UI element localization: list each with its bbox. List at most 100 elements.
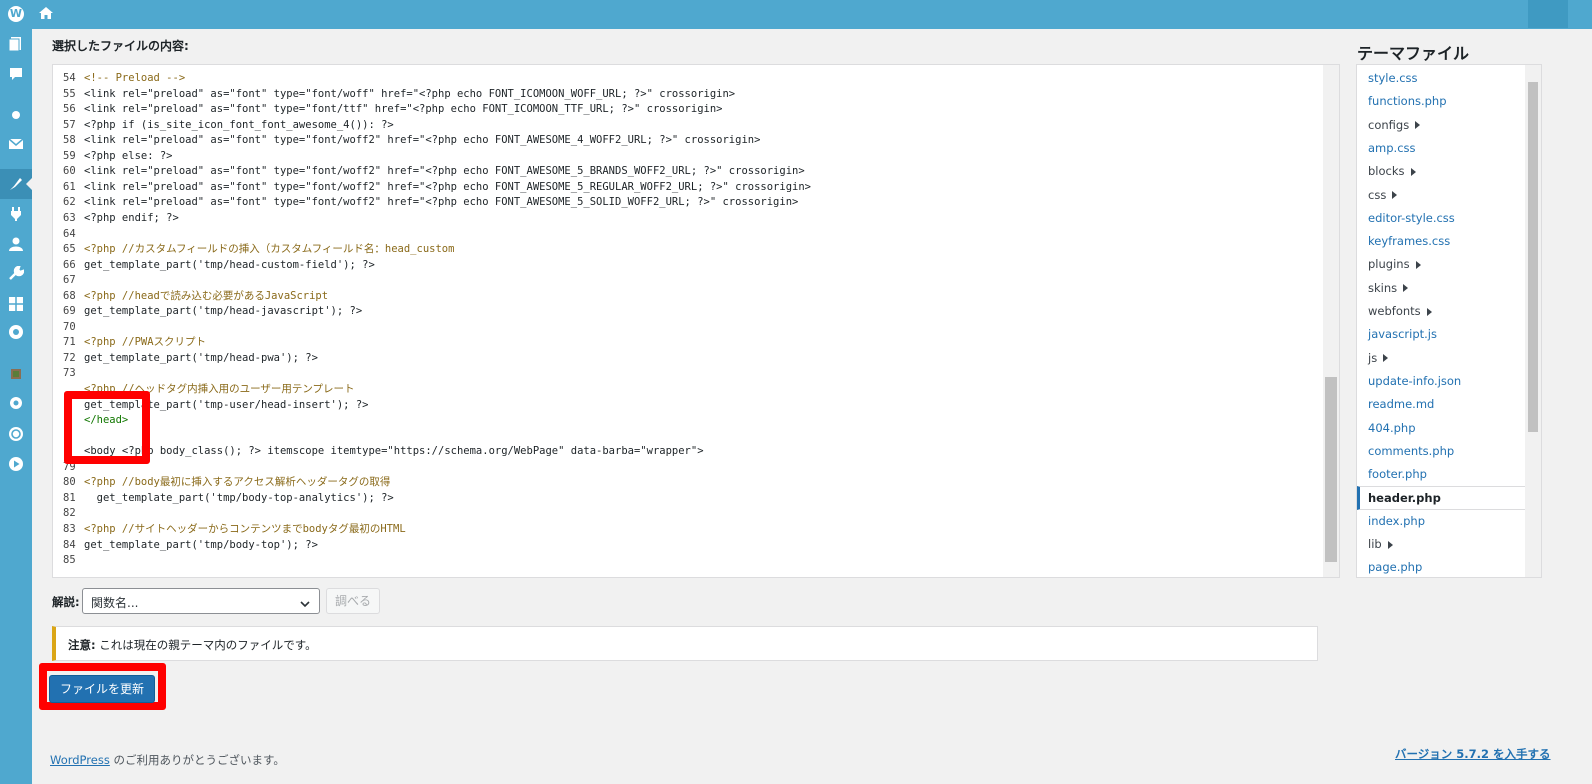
editor-heading: 選択したファイルの内容: <box>52 39 189 53</box>
admin-sidebar <box>0 29 33 784</box>
wordpress-logo-icon[interactable]: W <box>8 6 24 22</box>
code-line[interactable]: 62 <link rel="preload" as="font" type="fo… <box>63 194 798 210</box>
theme-file-item[interactable]: readme.md <box>1368 396 1434 412</box>
mail-icon[interactable] <box>8 136 24 152</box>
line-number: 62 <box>63 196 76 209</box>
code-line[interactable]: 55 <link rel="preload" as="font" type="fo… <box>63 86 735 102</box>
theme-file-item[interactable]: index.php <box>1368 513 1425 529</box>
code-line[interactable]: 64 <box>63 226 84 242</box>
line-number: 82 <box>63 507 76 520</box>
code-line[interactable]: 85 <box>63 552 84 568</box>
files-scrollbar-thumb[interactable] <box>1528 82 1538 432</box>
code-text: <link rel="preload" as="font" type="font… <box>84 134 761 147</box>
comments-icon[interactable] <box>8 66 24 82</box>
code-line[interactable]: 67 <box>63 272 84 288</box>
refresh-icon[interactable] <box>8 426 24 442</box>
code-line[interactable]: 58 <link rel="preload" as="font" type="fo… <box>63 132 760 148</box>
update-file-button[interactable]: ファイルを更新 <box>49 675 155 703</box>
appearance-icon[interactable] <box>8 176 24 192</box>
media-icon[interactable] <box>8 107 24 123</box>
caret-right-icon <box>1410 167 1416 176</box>
code-line[interactable]: 57 <?php if (is_site_icon_font_font_aweso… <box>63 117 394 133</box>
code-line[interactable]: 80 <?php //body最初に挿入するアクセス解析ヘッダータグの取得 <box>63 474 390 490</box>
code-line[interactable]: 65 <?php //カスタムフィールドの挿入（カスタムフィールド名：head_c… <box>63 241 454 257</box>
code-line[interactable]: 82 <box>63 505 84 521</box>
line-number: 61 <box>63 180 76 193</box>
theme-folder-item[interactable]: webfonts <box>1368 303 1432 319</box>
code-line[interactable]: 72 get_template_part('tmp/head-pwa'); ?> <box>63 350 318 366</box>
get-version-link[interactable]: バージョン 5.7.2 を入手する <box>1395 746 1551 762</box>
code-line[interactable]: 84 get_template_part('tmp/body-top'); ?> <box>63 537 318 553</box>
theme-file-item[interactable]: update-info.json <box>1368 373 1461 389</box>
editor-scrollbar[interactable] <box>1323 65 1339 577</box>
code-line[interactable]: 71 <?php //PWAスクリプト <box>63 334 206 350</box>
theme-file-item[interactable]: style.css <box>1368 70 1418 86</box>
lookup-button[interactable]: 調べる <box>326 588 380 614</box>
footer-thanks-text: のご利用ありがとうございます。 <box>109 753 285 767</box>
posts-icon[interactable] <box>8 36 24 52</box>
code-line[interactable]: 70 <box>63 319 84 335</box>
theme-file-item[interactable]: page.php <box>1368 559 1422 575</box>
code-text: <?php //body最初に挿入するアクセス解析ヘッダータグの取得 <box>84 476 391 489</box>
theme-folder-item[interactable]: blocks <box>1368 163 1416 179</box>
file-label: blocks <box>1368 164 1405 179</box>
theme-file-item[interactable]: amp.css <box>1368 140 1416 156</box>
photo-icon[interactable] <box>8 366 24 382</box>
code-line[interactable]: 68 <?php //headで読み込む必要があるJavaScript <box>63 288 328 304</box>
theme-folder-item[interactable]: configs <box>1368 117 1421 133</box>
theme-folder-item[interactable]: lib <box>1368 536 1393 552</box>
code-line[interactable]: 63 <?php endif; ?> <box>63 210 179 226</box>
home-icon[interactable] <box>38 5 54 21</box>
caret-right-icon <box>1415 260 1421 269</box>
line-number: 85 <box>63 554 76 567</box>
theme-file-item[interactable]: comments.php <box>1368 443 1454 459</box>
code-line[interactable]: 54 <!-- Preload --> <box>63 70 185 86</box>
notice-text: 注意: これは現在の親テーマ内のファイルです。 <box>68 637 317 653</box>
theme-file-item[interactable]: footer.php <box>1368 466 1427 482</box>
code-line[interactable]: 83 <?php //サイトヘッダーからコンテンツまでbodyタグ最初のHTML <box>63 521 406 537</box>
code-line[interactable]: 60 <link rel="preload" as="font" type="fo… <box>63 163 805 179</box>
line-number: 68 <box>63 289 76 302</box>
screen-options-tab[interactable] <box>1528 0 1568 28</box>
file-label: page.php <box>1368 560 1423 575</box>
theme-file-item[interactable]: functions.php <box>1368 93 1447 109</box>
code-line[interactable]: 66 get_template_part('tmp/head-custom-fie… <box>63 257 375 273</box>
code-text: <!-- Preload --> <box>84 72 186 84</box>
theme-file-item[interactable]: 404.php <box>1368 420 1416 436</box>
file-label: readme.md <box>1368 397 1435 412</box>
code-line[interactable]: 61 <link rel="preload" as="font" type="fo… <box>63 179 811 195</box>
play-icon[interactable] <box>8 456 24 472</box>
gear-badge-icon[interactable] <box>8 324 24 340</box>
theme-folder-item[interactable]: skins <box>1368 280 1409 296</box>
code-line[interactable]: 73 <box>63 365 84 381</box>
wordpress-link[interactable]: WordPress <box>50 753 110 767</box>
file-label: header.php <box>1368 491 1441 506</box>
function-name-select[interactable]: 関数名... <box>82 588 320 614</box>
gear-icon[interactable] <box>8 395 24 411</box>
code-text: <body <?php body_class(); ?> itemscope i… <box>84 445 704 458</box>
file-label: keyframes.css <box>1368 234 1451 249</box>
line-number: 84 <box>63 538 76 551</box>
theme-folder-item[interactable]: css <box>1368 187 1398 203</box>
code-line[interactable]: <body <?php body_class(); ?> itemscope i… <box>63 443 704 459</box>
tools-icon[interactable] <box>8 266 24 282</box>
theme-file-item[interactable]: editor-style.css <box>1368 210 1455 226</box>
theme-files-list[interactable]: style.css functions.php configs amp.css bloc… <box>1356 64 1542 578</box>
code-line[interactable]: 81 get_template_part('tmp/body-top-analy… <box>63 490 394 506</box>
code-line[interactable]: 59 <?php else: ?> <box>63 148 173 164</box>
theme-folder-item[interactable]: js <box>1368 350 1389 366</box>
code-editor[interactable]: 54 <!-- Preload --> 55 <link rel="preload" … <box>52 64 1340 578</box>
theme-file-item[interactable]: keyframes.css <box>1368 233 1450 249</box>
theme-file-current[interactable]: header.php <box>1357 486 1533 511</box>
theme-file-item[interactable]: javascript.js <box>1368 326 1437 342</box>
theme-folder-item[interactable]: plugins <box>1368 256 1421 272</box>
users-icon[interactable] <box>8 236 24 252</box>
files-scrollbar[interactable] <box>1525 65 1541 577</box>
plugins-icon[interactable] <box>8 206 24 222</box>
code-text: get_template_part('tmp/body-top-analytic… <box>84 491 394 504</box>
code-text: <?php endif; ?> <box>84 212 179 224</box>
settings-grid-icon[interactable] <box>8 296 24 312</box>
code-line[interactable]: 69 get_template_part('tmp/head-javascript… <box>63 303 362 319</box>
code-line[interactable]: 56 <link rel="preload" as="font" type="fo… <box>63 101 722 117</box>
editor-scrollbar-thumb[interactable] <box>1325 377 1337 562</box>
